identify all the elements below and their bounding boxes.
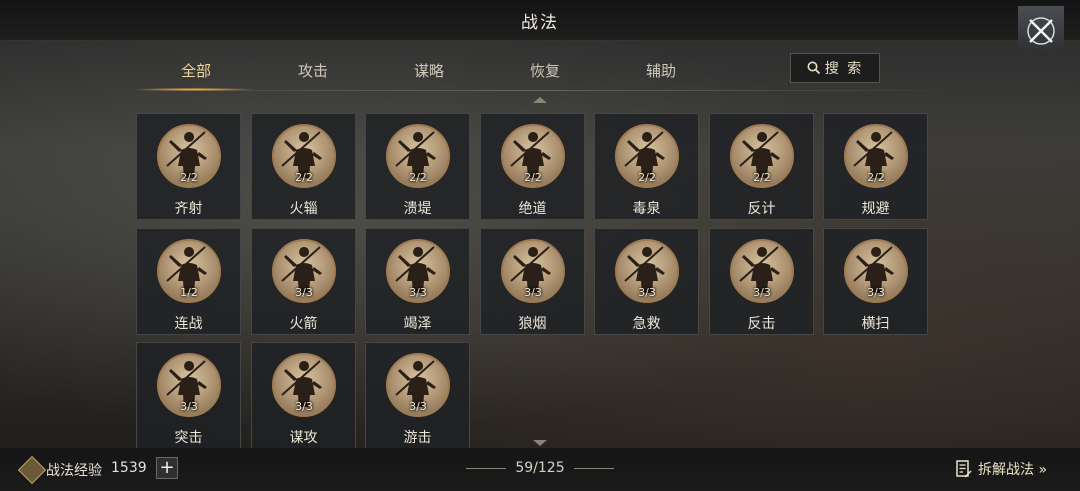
skill-portrait: 2/2 (615, 124, 679, 188)
skill-count: 3/3 (409, 400, 427, 413)
skill-portrait: 2/2 (844, 124, 908, 188)
skill-card[interactable]: 1/2 连战 (136, 228, 241, 335)
skill-count: 2/2 (638, 171, 656, 184)
skill-count: 3/3 (295, 286, 313, 299)
skill-card[interactable]: 3/3 谋攻 (251, 342, 356, 449)
skill-portrait: 2/2 (501, 124, 565, 188)
scroll-down-indicator-icon (533, 440, 547, 446)
skill-name: 火辎 (289, 201, 318, 217)
search-icon (807, 61, 820, 75)
decompose-tactics-label: 拆解战法 » (978, 462, 1048, 478)
skill-count: 3/3 (295, 400, 313, 413)
skill-name: 毒泉 (632, 201, 661, 217)
skill-portrait: 3/3 (615, 239, 679, 303)
skill-name: 溃堤 (403, 201, 432, 217)
skill-name: 反击 (747, 316, 776, 332)
scroll-up-indicator-icon (533, 97, 547, 103)
skill-card[interactable]: 3/3 游击 (365, 342, 470, 449)
search-label: 搜 索 (824, 61, 864, 77)
skill-name: 竭泽 (403, 316, 432, 332)
tab-support[interactable]: 辅助 (611, 60, 711, 81)
skill-name: 游击 (403, 430, 432, 446)
document-icon (956, 460, 972, 478)
skill-portrait: 3/3 (386, 353, 450, 417)
page-title: 战法 (521, 13, 559, 33)
tab-attack[interactable]: 攻击 (263, 60, 363, 81)
skill-portrait: 2/2 (386, 124, 450, 188)
skill-count: 1/2 (180, 286, 198, 299)
skill-portrait: 3/3 (272, 353, 336, 417)
skill-count: 2/2 (409, 171, 427, 184)
page-divider-right (574, 468, 614, 469)
skill-name: 急救 (632, 316, 661, 332)
skill-card[interactable]: 2/2 火辎 (251, 113, 356, 220)
skill-card[interactable]: 2/2 毒泉 (594, 113, 699, 220)
add-exp-button[interactable]: + (156, 457, 178, 479)
tab-strategy[interactable]: 谋略 (379, 60, 479, 81)
skill-name: 绝道 (518, 201, 547, 217)
skill-card[interactable]: 2/2 规避 (823, 113, 928, 220)
skill-name: 狼烟 (518, 316, 547, 332)
skill-card[interactable]: 2/2 齐射 (136, 113, 241, 220)
skill-count: 3/3 (638, 286, 656, 299)
skill-card[interactable]: 3/3 急救 (594, 228, 699, 335)
skill-portrait: 3/3 (730, 239, 794, 303)
decompose-tactics-button[interactable]: 拆解战法 » (956, 459, 1047, 479)
skill-card[interactable]: 3/3 横扫 (823, 228, 928, 335)
skill-portrait: 2/2 (730, 124, 794, 188)
tab-divider (136, 90, 926, 91)
skill-name: 连战 (174, 316, 203, 332)
skill-count: 3/3 (753, 286, 771, 299)
tab-recovery[interactable]: 恢复 (495, 60, 595, 81)
skill-name: 齐射 (174, 201, 203, 217)
close-button[interactable] (1018, 6, 1064, 56)
skill-portrait: 3/3 (844, 239, 908, 303)
skill-name: 横扫 (861, 316, 890, 332)
skill-count: 2/2 (524, 171, 542, 184)
skill-portrait: 3/3 (157, 353, 221, 417)
skill-count: 2/2 (753, 171, 771, 184)
tab-all[interactable]: 全部 (146, 60, 246, 81)
skill-portrait: 2/2 (272, 124, 336, 188)
skill-card[interactable]: 2/2 绝道 (480, 113, 585, 220)
crossed-swords-icon (1027, 17, 1055, 45)
skill-card[interactable]: 3/3 竭泽 (365, 228, 470, 335)
skill-portrait: 2/2 (157, 124, 221, 188)
search-button[interactable]: 搜 索 (790, 53, 880, 83)
skill-count: 2/2 (295, 171, 313, 184)
tactic-exp-value: 1539 (111, 460, 147, 476)
skill-count: 3/3 (867, 286, 885, 299)
skill-name: 火箭 (289, 316, 318, 332)
top-bar: 战法 (0, 0, 1080, 41)
tactic-exp-label: 战法经验 (46, 463, 102, 479)
skill-card[interactable]: 3/3 火箭 (251, 228, 356, 335)
skill-portrait: 1/2 (157, 239, 221, 303)
skill-count: 3/3 (180, 400, 198, 413)
skill-name: 突击 (174, 430, 203, 446)
skill-card[interactable]: 3/3 突击 (136, 342, 241, 449)
skill-card[interactable]: 2/2 反计 (709, 113, 814, 220)
skill-count: 2/2 (867, 171, 885, 184)
skill-count: 3/3 (409, 286, 427, 299)
skill-portrait: 3/3 (386, 239, 450, 303)
skill-name: 规避 (861, 201, 890, 217)
skill-card[interactable]: 3/3 狼烟 (480, 228, 585, 335)
skill-card[interactable]: 3/3 反击 (709, 228, 814, 335)
skill-name: 反计 (747, 201, 776, 217)
skill-count: 3/3 (524, 286, 542, 299)
page-counter: 59/125 (515, 460, 565, 476)
skill-card[interactable]: 2/2 溃堤 (365, 113, 470, 220)
skill-portrait: 3/3 (501, 239, 565, 303)
skill-portrait: 3/3 (272, 239, 336, 303)
skill-count: 2/2 (180, 171, 198, 184)
page-divider-left (466, 468, 506, 469)
skill-name: 谋攻 (289, 430, 318, 446)
